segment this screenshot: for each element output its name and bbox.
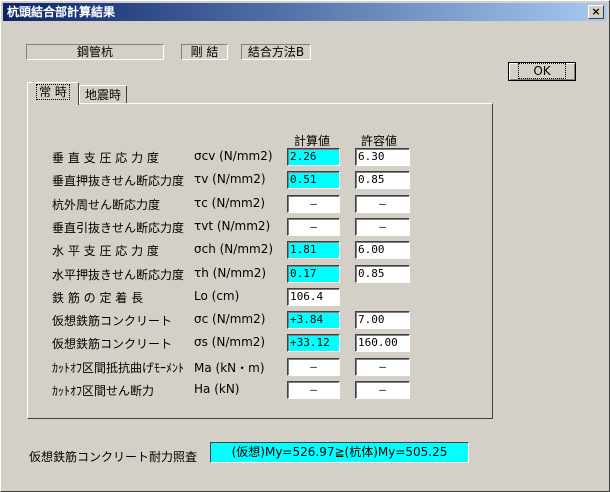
column-header-allow: 許容値 <box>361 134 398 148</box>
allow-value-field: 0.85 <box>355 265 410 283</box>
close-icon: × <box>591 5 601 18</box>
row-label: 水平押抜きせん断応力度 <box>52 268 185 282</box>
calc-value-field: 1.81 <box>287 241 340 259</box>
allow-value-field: 0.85 <box>355 171 410 189</box>
row-symbol: τv (N/mm2) <box>194 172 266 186</box>
row-symbol: σcv (N/mm2) <box>194 149 273 163</box>
row-symbol: σc (N/mm2) <box>194 312 266 326</box>
row-symbol: σch (N/mm2) <box>194 242 274 256</box>
row-label: 垂直押抜きせん断応力度 <box>52 174 185 188</box>
row-label: 仮想鉄筋コンクリート <box>52 337 173 351</box>
calc-value-field: +33.12 <box>287 334 340 352</box>
capacity-check-value: (仮想)My=526.97≧(杭体)My=505.25 <box>210 442 469 463</box>
tab-earthquake-label: 地震時 <box>84 88 121 102</box>
allow-value-field: 160.00 <box>355 334 410 352</box>
calc-value-field: 0.51 <box>287 171 340 189</box>
joint-type-display: 剛 結 <box>181 44 228 60</box>
title-bar: 杭頭結合部計算結果 × <box>3 3 607 21</box>
row-symbol: σs (N/mm2) <box>194 335 266 349</box>
capacity-check-label: 仮想鉄筋コンクリート耐力照査 <box>29 450 198 464</box>
row-symbol: Ma (kN・m) <box>194 361 265 375</box>
pile-type-display: 鋼管杭 <box>26 44 164 60</box>
window-title: 杭頭結合部計算結果 <box>7 5 116 19</box>
calc-value-field: 0.17 <box>287 265 340 283</box>
allow-value-field: 6.00 <box>355 241 410 259</box>
row-symbol: Ha (kN) <box>194 382 240 396</box>
column-header-calc: 計算値 <box>294 134 331 148</box>
row-label: 垂直引抜きせん断応力度 <box>52 221 185 235</box>
joint-method-display: 結合方法B <box>241 44 311 60</box>
row-label: 杭外周せん断応力度 <box>52 198 161 212</box>
tab-earthquake[interactable]: 地震時 <box>79 85 127 105</box>
calc-value-field: — <box>287 381 340 399</box>
row-symbol: τc (N/mm2) <box>194 196 266 210</box>
calc-value-field: +3.84 <box>287 311 340 329</box>
tab-normal-label: 常 時 <box>36 84 70 100</box>
allow-value-field: — <box>355 358 410 376</box>
ok-button-label: OK <box>518 63 566 79</box>
calc-value-field: — <box>287 358 340 376</box>
calc-value-field: 106.4 <box>287 288 340 306</box>
calc-value-field: — <box>287 218 340 236</box>
calc-value-field: — <box>287 195 340 213</box>
allow-value-field: — <box>355 218 410 236</box>
ok-button[interactable]: OK <box>508 62 576 81</box>
row-label: ｶｯﾄｵﾌ区間せん断力 <box>52 384 155 398</box>
row-label: 垂 直 支 圧 応 力 度 <box>52 151 159 165</box>
calc-value-field: 2.26 <box>287 148 340 166</box>
row-label: 水 平 支 圧 応 力 度 <box>52 244 159 258</box>
row-label: 鉄 筋 の 定 着 長 <box>52 291 144 305</box>
allow-value-field: 6.30 <box>355 148 410 166</box>
allow-value-field: — <box>355 381 410 399</box>
row-label: ｶｯﾄｵﾌ区間抵抗曲げﾓｰﾒﾝﾄ <box>52 361 185 375</box>
row-label: 仮想鉄筋コンクリート <box>52 314 173 328</box>
tab-normal[interactable]: 常 時 <box>27 82 79 105</box>
result-window: 杭頭結合部計算結果 × 鋼管杭 剛 結 結合方法B OK 常 時 地震時 計算値… <box>0 0 610 492</box>
row-symbol: τvt (N/mm2) <box>194 219 271 233</box>
allow-value-field: 7.00 <box>355 311 410 329</box>
row-symbol: τh (N/mm2) <box>194 266 267 280</box>
close-button[interactable]: × <box>588 5 604 19</box>
allow-value-field: — <box>355 195 410 213</box>
row-symbol: Lo (cm) <box>194 289 240 303</box>
